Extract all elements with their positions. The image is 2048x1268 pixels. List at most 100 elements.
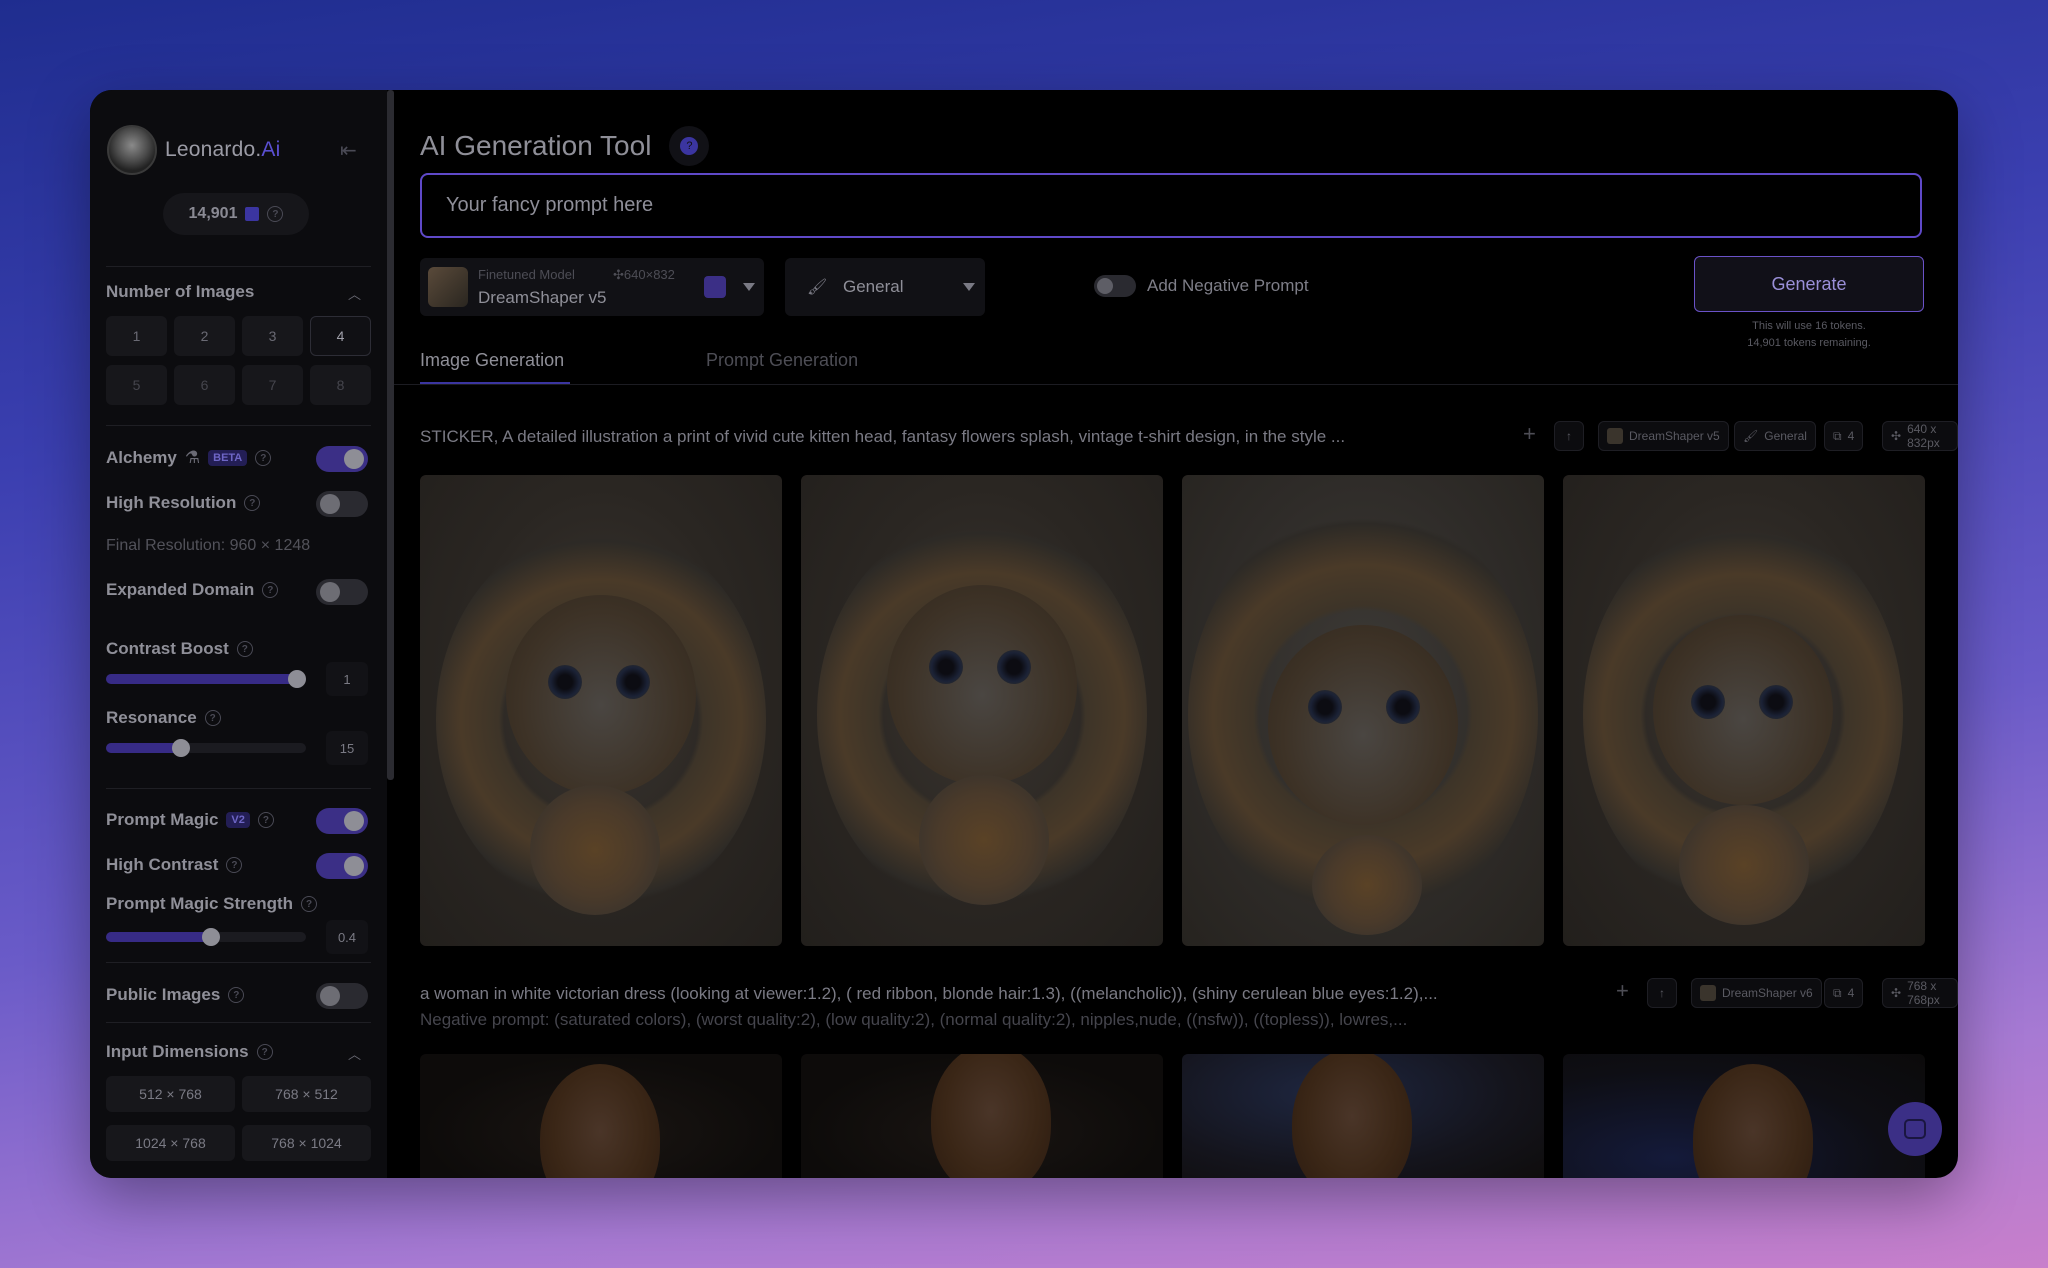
prompt-magic-row: Prompt Magic V2 ? <box>106 810 274 830</box>
final-resolution: Final Resolution: 960 × 1248 <box>106 537 311 554</box>
model-thumbnail <box>1700 985 1716 1001</box>
help-icon[interactable]: ? <box>301 896 318 912</box>
help-icon[interactable]: ? <box>255 450 272 466</box>
model-name: DreamShaper v5 <box>478 288 607 307</box>
help-icon[interactable]: ? <box>669 126 710 166</box>
generated-image[interactable] <box>1182 475 1544 946</box>
tab-image-generation[interactable]: Image Generation <box>420 350 564 371</box>
slider-thumb[interactable] <box>171 739 190 757</box>
image-count-2[interactable]: 2 <box>174 316 235 356</box>
negative-prompt-toggle[interactable] <box>1094 275 1136 297</box>
prompt-magic-strength-row: Prompt Magic Strength ? <box>106 894 318 914</box>
image-count-4[interactable]: 4 <box>310 316 371 356</box>
generated-image[interactable] <box>1563 1054 1925 1178</box>
input-dimensions-grid: 512 × 768 768 × 512 1024 × 768 768 × 102… <box>106 1076 371 1161</box>
generated-image[interactable] <box>801 1054 1163 1178</box>
help-icon[interactable]: ? <box>256 1044 273 1060</box>
public-images-toggle[interactable] <box>316 983 368 1009</box>
model-sub-label: Finetuned Model <box>478 267 575 282</box>
help-icon[interactable]: ? <box>244 495 261 511</box>
model-info-icon[interactable] <box>704 276 726 298</box>
chevron-up-icon[interactable]: ︿ <box>348 1044 361 1063</box>
collapse-sidebar-icon[interactable]: ⇤ <box>340 138 357 163</box>
brand[interactable]: Leonardo.Ai <box>107 125 280 175</box>
negative-prompt-label[interactable]: Add Negative Prompt <box>1147 276 1309 296</box>
divider <box>106 266 371 267</box>
help-icon[interactable]: ? <box>204 710 221 726</box>
generation-prompt[interactable]: a woman in white victorian dress (lookin… <box>420 984 1438 1004</box>
brush-icon: 🖌 <box>1743 429 1759 443</box>
help-icon[interactable]: ? <box>262 582 279 598</box>
generated-image[interactable] <box>801 475 1163 946</box>
dimension-768x512[interactable]: 768 × 512 <box>242 1076 371 1112</box>
upload-icon[interactable]: ↑ <box>1647 978 1677 1008</box>
resonance-value[interactable]: 15 <box>326 731 368 765</box>
alchemy-flask-icon: ⚗ <box>184 448 201 467</box>
prompt-magic-strength-value[interactable]: 0.4 <box>326 920 368 954</box>
model-thumbnail <box>428 267 468 307</box>
add-icon[interactable]: + <box>1616 978 1629 1004</box>
image-count-1[interactable]: 1 <box>106 316 167 356</box>
model-size: ✣640×832 <box>613 267 675 282</box>
v2-badge: V2 <box>226 812 250 828</box>
brand-name: Leonardo.Ai <box>165 138 281 161</box>
contrast-boost-value[interactable]: 1 <box>326 662 368 696</box>
expanded-domain-row: Expanded Domain ? <box>106 580 279 600</box>
resonance-slider[interactable] <box>106 739 306 757</box>
alchemy-row: Alchemy ⚗ BETA ? <box>106 448 272 468</box>
model-tag[interactable]: DreamShaper v6 <box>1691 978 1822 1008</box>
contrast-boost-slider[interactable] <box>106 670 306 688</box>
generate-button[interactable]: Generate <box>1694 256 1924 312</box>
chevron-up-icon[interactable]: ︿ <box>348 284 361 303</box>
image-count-6[interactable]: 6 <box>174 365 235 405</box>
expanded-domain-toggle[interactable] <box>316 579 368 605</box>
high-resolution-toggle[interactable] <box>316 491 368 517</box>
dimension-1024x768[interactable]: 1024 × 768 <box>106 1125 235 1161</box>
dimension-512x768[interactable]: 512 × 768 <box>106 1076 235 1112</box>
model-tag[interactable]: DreamShaper v5 <box>1598 421 1729 451</box>
size-tag[interactable]: ✣ 768 x 768px <box>1882 978 1958 1008</box>
generated-image[interactable] <box>1182 1054 1544 1178</box>
resonance-row: Resonance ? <box>106 708 221 728</box>
prompt-magic-toggle[interactable] <box>316 808 368 834</box>
size-tag[interactable]: ✣ 640 x 832px <box>1882 421 1958 451</box>
image-count-tag[interactable]: ⧉ 4 <box>1824 978 1864 1008</box>
slider-thumb[interactable] <box>202 928 221 946</box>
high-contrast-row: High Contrast ? <box>106 855 243 875</box>
generated-image[interactable] <box>420 1054 782 1178</box>
slider-thumb[interactable] <box>288 670 306 688</box>
alchemy-toggle[interactable] <box>316 446 368 472</box>
help-icon[interactable]: ? <box>267 206 284 222</box>
token-balance[interactable]: 14,901 ? <box>163 193 309 235</box>
style-tag[interactable]: 🖌 General <box>1734 421 1816 451</box>
image-count-5[interactable]: 5 <box>106 365 167 405</box>
generation-prompt[interactable]: STICKER, A detailed illustration a print… <box>420 427 1345 447</box>
prompt-input[interactable]: Your fancy prompt here <box>420 173 1922 238</box>
chat-icon[interactable] <box>1888 1102 1942 1156</box>
image-count-tag[interactable]: ⧉ 4 <box>1824 421 1864 451</box>
high-contrast-toggle[interactable] <box>316 853 368 879</box>
page-title: AI Generation Tool ? <box>420 126 710 166</box>
dimension-768x1024[interactable]: 768 × 1024 <box>242 1125 371 1161</box>
generation-negative-prompt[interactable]: Negative prompt: (saturated colors), (wo… <box>420 1010 1407 1030</box>
prompt-magic-strength-slider[interactable] <box>106 928 306 946</box>
sidebar-scrollbar[interactable] <box>387 90 394 780</box>
generated-image[interactable] <box>420 475 782 946</box>
image-count-7[interactable]: 7 <box>242 365 303 405</box>
image-count-8[interactable]: 8 <box>310 365 371 405</box>
tab-prompt-generation[interactable]: Prompt Generation <box>706 350 858 371</box>
dimensions-icon: ✣ <box>1891 986 1902 1000</box>
help-icon[interactable]: ? <box>226 857 243 873</box>
help-icon[interactable]: ? <box>257 812 274 828</box>
help-icon[interactable]: ? <box>228 987 245 1003</box>
model-select[interactable]: Finetuned Model ✣640×832 DreamShaper v5 <box>420 258 764 316</box>
beta-badge: BETA <box>208 450 248 466</box>
style-select[interactable]: 🖌 General <box>785 258 985 316</box>
upload-icon[interactable]: ↑ <box>1554 421 1584 451</box>
help-icon[interactable]: ? <box>236 641 253 657</box>
generated-image[interactable] <box>1563 475 1925 946</box>
number-of-images-title: Number of Images <box>106 282 255 301</box>
add-icon[interactable]: + <box>1523 421 1536 447</box>
brush-icon: 🖌 <box>807 279 828 296</box>
image-count-3[interactable]: 3 <box>242 316 303 356</box>
